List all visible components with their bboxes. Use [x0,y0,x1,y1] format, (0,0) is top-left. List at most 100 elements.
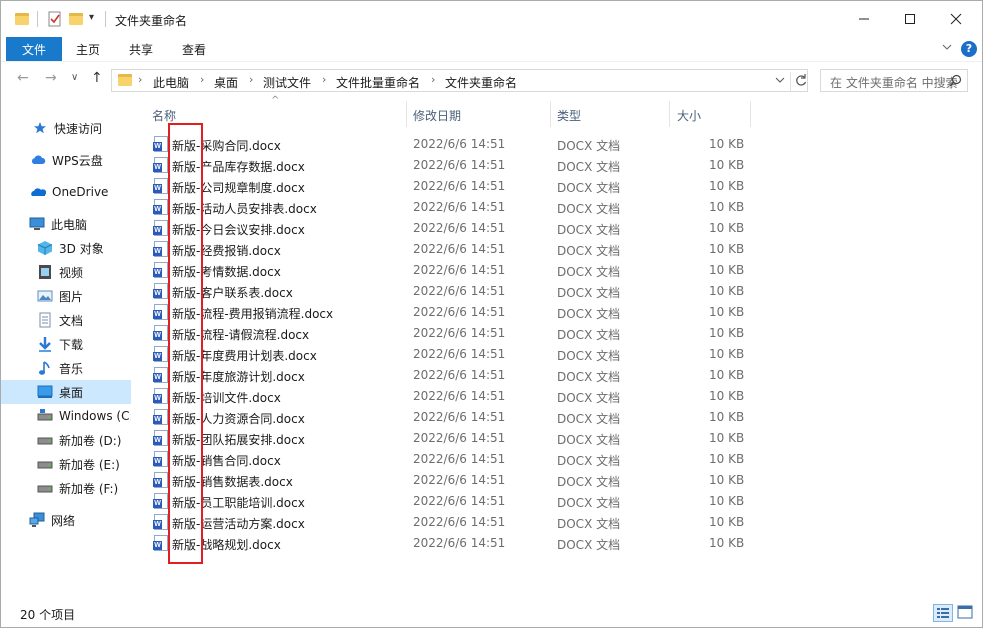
file-row[interactable]: W 新版-公司规章制度.docx 2022/6/6 14:51 DOCX 文档 10 K… [134,176,764,197]
nav-item-onedrive[interactable]: OneDrive [1,180,131,204]
forward-button[interactable]: → [45,70,57,86]
file-row[interactable]: W 新版-运营活动方案.docx 2022/6/6 14:51 DOCX 文档 10 K… [134,512,764,533]
file-row[interactable]: W 新版-销售合同.docx 2022/6/6 14:51 DOCX 文档 10 KB [134,449,764,470]
network-icon [29,512,45,528]
drive-icon [37,432,53,448]
nav-item-this-pc[interactable]: 此电脑 [1,212,131,236]
file-size: 10 KB [709,452,745,466]
music-icon [37,360,53,376]
expand-ribbon-button[interactable] [941,41,953,56]
file-row[interactable]: W 新版-人力资源合同.docx 2022/6/6 14:51 DOCX 文档 10 K… [134,407,764,428]
file-date: 2022/6/6 14:51 [413,179,506,193]
file-explorer-window: ▾ 文件夹重命名 文件 主页 共享 查看 ? ← → ∨ ↑ › 此电脑 › 桌… [0,0,983,628]
file-date: 2022/6/6 14:51 [413,137,506,151]
file-type: DOCX 文档 [557,265,621,279]
nav-item-wps-cloud[interactable]: WPS云盘 [1,148,131,172]
word-document-icon: W [153,346,168,362]
refresh-button[interactable] [790,72,808,91]
file-row[interactable]: W 新版-采购合同.docx 2022/6/6 14:51 DOCX 文档 10 KB [134,134,764,155]
file-date: 2022/6/6 14:51 [413,347,506,361]
file-row[interactable]: W 新版-战略规划.docx 2022/6/6 14:51 DOCX 文档 10 KB [134,533,764,554]
recent-locations-button[interactable]: ∨ [71,72,78,83]
file-size: 10 KB [709,494,745,508]
word-document-icon: W [153,472,168,488]
file-row[interactable]: W 新版-考情数据.docx 2022/6/6 14:51 DOCX 文档 10 KB [134,260,764,281]
search-input[interactable]: 在 文件夹重命名 中搜索 [820,69,968,92]
file-row[interactable]: W 新版-培训文件.docx 2022/6/6 14:51 DOCX 文档 10 KB [134,386,764,407]
details-view-button[interactable] [933,604,953,622]
file-size: 10 KB [709,179,745,193]
tab-view[interactable]: 查看 [168,37,220,61]
address-row: ← → ∨ ↑ › 此电脑 › 桌面 › 测试文件 › 文件批量重命名 › 文件… [1,61,982,97]
breadcrumb-desktop[interactable]: 桌面 [214,74,238,91]
file-date: 2022/6/6 14:51 [413,326,506,340]
nav-item-music[interactable]: 音乐 [1,356,131,380]
nav-item-downloads[interactable]: 下载 [1,332,131,356]
word-document-icon: W [153,388,168,404]
file-size: 10 KB [709,242,745,256]
file-row[interactable]: W 新版-流程-费用报销流程.docx 2022/6/6 14:51 DOCX 文档 1… [134,302,764,323]
nav-item-network[interactable]: 网络 [1,508,131,532]
desktop-icon [37,384,53,400]
file-row[interactable]: W 新版-活动人员安排表.docx 2022/6/6 14:51 DOCX 文档 10 … [134,197,764,218]
customize-toolbar-icon[interactable]: ▾ [89,12,94,23]
chevron-down-icon [775,77,785,83]
nav-item-drive-e[interactable]: 新加卷 (E:) [1,452,131,476]
sort-ascending-icon: ^ [271,95,280,106]
window-title: 文件夹重命名 [115,14,188,28]
file-size: 10 KB [709,326,745,340]
file-row[interactable]: W 新版-员工职能培训.docx 2022/6/6 14:51 DOCX 文档 10 K… [134,491,764,512]
help-button[interactable]: ? [961,41,977,57]
file-row[interactable]: W 新版-团队拓展安排.docx 2022/6/6 14:51 DOCX 文档 10 K… [134,428,764,449]
file-size: 10 KB [709,515,745,529]
up-button[interactable]: ↑ [91,70,103,86]
column-header-date[interactable]: 修改日期 [413,107,461,124]
column-header-size[interactable]: 大小 [677,107,701,124]
maximize-button[interactable] [887,1,933,37]
address-dropdown-button[interactable] [774,73,786,90]
nav-item-3d-objects[interactable]: 3D 对象 [1,236,131,260]
file-row[interactable]: W 新版-产品库存数据.docx 2022/6/6 14:51 DOCX 文档 10 K… [134,155,764,176]
file-row[interactable]: W 新版-今日会议安排.docx 2022/6/6 14:51 DOCX 文档 10 K… [134,218,764,239]
properties-icon[interactable] [47,11,63,30]
file-date: 2022/6/6 14:51 [413,452,506,466]
minimize-button[interactable] [841,1,887,37]
file-size: 10 KB [709,284,745,298]
file-row[interactable]: W 新版-经费报销.docx 2022/6/6 14:51 DOCX 文档 10 KB [134,239,764,260]
file-row[interactable]: W 新版-客户联系表.docx 2022/6/6 14:51 DOCX 文档 10 KB [134,281,764,302]
word-document-icon: W [153,514,168,530]
close-button[interactable] [933,1,979,37]
nav-item-drive-c[interactable]: Windows (C: [1,404,131,428]
nav-item-videos[interactable]: 视频 [1,260,131,284]
nav-item-drive-f[interactable]: 新加卷 (F:) [1,476,131,500]
large-icons-view-button[interactable] [956,604,976,622]
file-row[interactable]: W 新版-流程-请假流程.docx 2022/6/6 14:51 DOCX 文档 10 … [134,323,764,344]
documents-icon [37,312,53,328]
nav-item-pictures[interactable]: 图片 [1,284,131,308]
file-date: 2022/6/6 14:51 [413,536,506,550]
breadcrumb-this-pc[interactable]: 此电脑 [153,74,189,91]
breadcrumb-folder-rename[interactable]: 文件夹重命名 [445,74,517,91]
nav-item-desktop[interactable]: 桌面 [1,380,131,404]
file-row[interactable]: W 新版-年度旅游计划.docx 2022/6/6 14:51 DOCX 文档 10 K… [134,365,764,386]
nav-item-quick-access[interactable]: 快速访问 [1,116,131,140]
word-document-icon: W [153,220,168,236]
address-bar[interactable]: › 此电脑 › 桌面 › 测试文件 › 文件批量重命名 › 文件夹重命名 [111,69,808,92]
column-header-name[interactable]: 名称 [152,107,176,124]
nav-item-documents[interactable]: 文档 [1,308,131,332]
navigation-pane: 快速访问 WPS云盘 OneDrive 此电脑 3D 对象 视频 图片 文档 下… [1,97,134,597]
tab-home[interactable]: 主页 [62,37,114,61]
tab-file[interactable]: 文件 [6,37,62,61]
breadcrumb-batch-rename[interactable]: 文件批量重命名 [336,74,420,91]
star-icon [32,120,48,136]
breadcrumb-test-files[interactable]: 测试文件 [263,74,311,91]
back-button[interactable]: ← [17,70,29,86]
nav-item-drive-d[interactable]: 新加卷 (D:) [1,428,131,452]
word-document-icon: W [153,367,168,383]
column-header-type[interactable]: 类型 [557,107,581,124]
file-type: DOCX 文档 [557,328,621,342]
file-row[interactable]: W 新版-年度费用计划表.docx 2022/6/6 14:51 DOCX 文档 10 … [134,344,764,365]
file-row[interactable]: W 新版-销售数据表.docx 2022/6/6 14:51 DOCX 文档 10 KB [134,470,764,491]
tab-share[interactable]: 共享 [114,37,168,61]
file-date: 2022/6/6 14:51 [413,305,506,319]
